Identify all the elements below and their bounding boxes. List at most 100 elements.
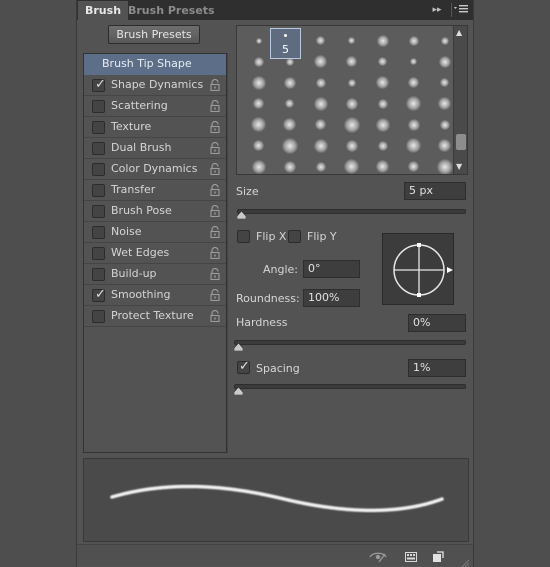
lock-icon[interactable] [209, 205, 221, 217]
noise-checkbox[interactable] [92, 226, 105, 239]
brush-tip-thumbnail[interactable] [438, 55, 451, 68]
brush-tip-thumbnail[interactable] [376, 34, 389, 47]
brush-tip-thumbnail[interactable] [315, 161, 326, 172]
thumbnail-scrollbar[interactable]: ▲ ▼ [453, 26, 467, 174]
brush-tip-thumbnail[interactable] [408, 161, 419, 172]
brush-tip-thumbnail[interactable] [283, 118, 296, 131]
build-up-checkbox[interactable] [92, 268, 105, 281]
lock-icon[interactable] [209, 100, 221, 112]
list-item-brush-pose[interactable]: Brush Pose [84, 201, 226, 222]
scrollbar-thumb[interactable] [456, 134, 466, 150]
double-chevron-right-icon[interactable]: ▸▸ [429, 3, 445, 17]
wet-edges-checkbox[interactable] [92, 247, 105, 260]
brush-tip-thumbnail[interactable] [439, 119, 450, 130]
brush-tip-thumbnail[interactable] [314, 55, 327, 68]
color-dynamics-checkbox[interactable] [92, 163, 105, 176]
brush-tip-thumbnail[interactable] [376, 76, 389, 89]
scroll-down-arrow-icon[interactable]: ▼ [456, 162, 462, 171]
brush-tip-thumbnail[interactable] [347, 78, 356, 87]
brush-tip-thumbnail[interactable] [344, 159, 359, 174]
list-item-transfer[interactable]: Transfer [84, 180, 226, 201]
list-item-build-up[interactable]: Build-up [84, 264, 226, 285]
scattering-checkbox[interactable] [92, 100, 105, 113]
brush-tip-thumbnail[interactable] [438, 139, 451, 152]
brush-tip-thumbnails[interactable]: 5 ▲ ▼ [236, 25, 468, 175]
new-brush-icon[interactable] [432, 551, 444, 563]
brush-tip-thumbnail[interactable] [255, 37, 262, 44]
roundness-field[interactable]: 100% [303, 289, 360, 307]
texture-checkbox[interactable] [92, 121, 105, 134]
brush-tip-thumbnail[interactable] [375, 117, 390, 132]
brush-tip-thumbnail[interactable] [253, 56, 264, 67]
brush-tip-thumbnail[interactable] [313, 96, 328, 111]
smoothing-checkbox[interactable]: ✓ [92, 287, 106, 302]
brush-tip-thumbnail[interactable] [377, 140, 388, 151]
hardness-slider-track[interactable] [234, 340, 466, 345]
brush-tip-thumbnail[interactable] [345, 139, 358, 152]
brush-tip-thumbnail[interactable] [283, 76, 296, 89]
spacing-slider-handle[interactable] [234, 387, 243, 395]
toggle-visibility-icon[interactable] [369, 551, 387, 563]
list-item-texture[interactable]: Texture [84, 117, 226, 138]
panel-menu-icon[interactable] [451, 3, 469, 17]
shape-dynamics-checkbox[interactable]: ✓ [92, 77, 106, 92]
protect-texture-checkbox[interactable] [92, 310, 105, 323]
list-item-scattering[interactable]: Scattering [84, 96, 226, 117]
lock-icon[interactable] [209, 310, 221, 322]
brush-tip-thumbnail[interactable] [315, 77, 326, 88]
brush-tip-thumbnail[interactable] [315, 119, 326, 130]
list-item-smoothing[interactable]: ✓ Smoothing [84, 285, 226, 306]
brush-tip-thumbnail[interactable] [440, 36, 449, 45]
brush-tip-thumbnail[interactable] [253, 140, 264, 151]
brush-tip-thumbnail[interactable] [251, 75, 266, 90]
create-preset-icon[interactable] [405, 551, 417, 563]
size-slider-handle[interactable] [237, 211, 246, 219]
size-field[interactable]: 5 px [404, 182, 466, 200]
resize-grip-icon[interactable] [460, 557, 470, 567]
lock-icon[interactable] [209, 79, 221, 91]
list-item-protect-texture[interactable]: Protect Texture [84, 306, 226, 327]
brush-tip-thumbnail[interactable] [407, 118, 420, 131]
brush-tip-thumbnail[interactable] [410, 58, 417, 65]
brush-tip-thumbnail[interactable] [251, 159, 266, 174]
brush-pose-checkbox[interactable] [92, 205, 105, 218]
tab-brush-presets[interactable]: Brush Presets [121, 1, 222, 20]
spacing-checkbox[interactable]: ✓ [237, 359, 250, 374]
brush-tip-shape-item[interactable]: Brush Tip Shape [84, 54, 226, 75]
angle-roundness-widget[interactable] [382, 233, 454, 305]
spacing-field[interactable]: 1% [408, 359, 466, 377]
dual-brush-checkbox[interactable] [92, 142, 105, 155]
brush-tip-thumbnail[interactable] [343, 116, 360, 133]
flip-y-checkbox[interactable] [288, 230, 301, 243]
brush-tip-thumbnail[interactable] [285, 99, 294, 108]
brush-tip-thumbnail[interactable] [346, 56, 357, 67]
scroll-up-arrow-icon[interactable]: ▲ [456, 28, 462, 37]
brush-tip-thumbnail[interactable] [408, 35, 419, 46]
brush-tip-thumbnail[interactable] [440, 78, 449, 87]
brush-tip-thumbnail[interactable] [313, 138, 328, 153]
list-item-noise[interactable]: Noise [84, 222, 226, 243]
lock-icon[interactable] [209, 268, 221, 280]
brush-tip-thumbnail[interactable] [348, 37, 355, 44]
brush-tip-thumbnail[interactable] [406, 96, 421, 111]
brush-tip-thumbnail[interactable] [378, 57, 387, 66]
size-slider-track[interactable] [237, 209, 466, 214]
brush-tip-thumbnail[interactable] [251, 117, 266, 132]
lock-icon[interactable] [209, 289, 221, 301]
lock-icon[interactable] [209, 142, 221, 154]
brush-tip-thumbnail[interactable] [283, 160, 296, 173]
list-item-shape-dynamics[interactable]: ✓ Shape Dynamics [84, 75, 226, 96]
brush-tip-thumbnail[interactable] [406, 138, 421, 153]
brush-tip-thumbnail[interactable] [436, 158, 453, 174]
lock-icon[interactable] [209, 226, 221, 238]
lock-icon[interactable] [209, 121, 221, 133]
lock-icon[interactable] [209, 247, 221, 259]
list-item-dual-brush[interactable]: Dual Brush [84, 138, 226, 159]
angle-field[interactable]: 0° [303, 260, 360, 278]
flip-x-checkbox[interactable] [237, 230, 250, 243]
selected-brush-tip[interactable]: 5 [270, 28, 301, 59]
list-item-color-dynamics[interactable]: Color Dynamics [84, 159, 226, 180]
brush-presets-button[interactable]: Brush Presets [108, 25, 200, 44]
brush-tip-thumbnail[interactable] [438, 97, 451, 110]
hardness-slider-handle[interactable] [234, 343, 243, 351]
